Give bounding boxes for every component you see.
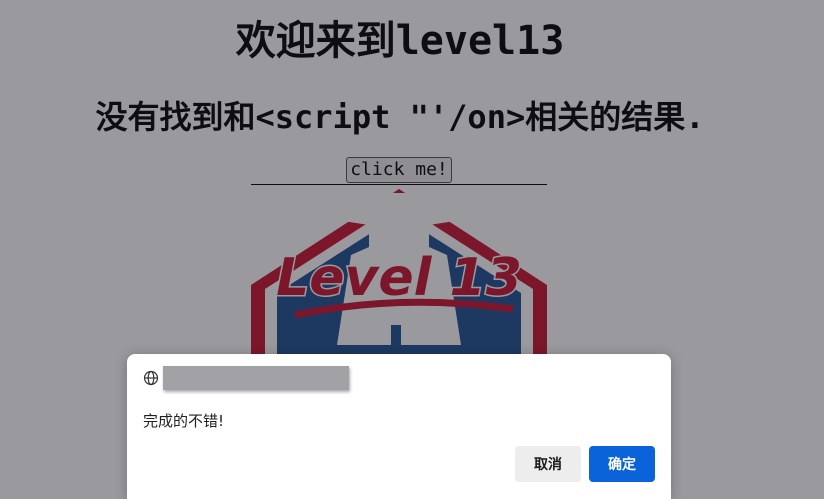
cancel-button[interactable]: 取消: [515, 446, 581, 482]
dialog-origin: [143, 366, 349, 390]
dialog-message: 完成的不错!: [143, 412, 225, 430]
redacted-origin-host: [163, 366, 349, 390]
globe-icon: [143, 370, 159, 386]
ok-button[interactable]: 确定: [589, 446, 655, 482]
alert-dialog: 完成的不错! 取消 确定: [127, 354, 671, 499]
